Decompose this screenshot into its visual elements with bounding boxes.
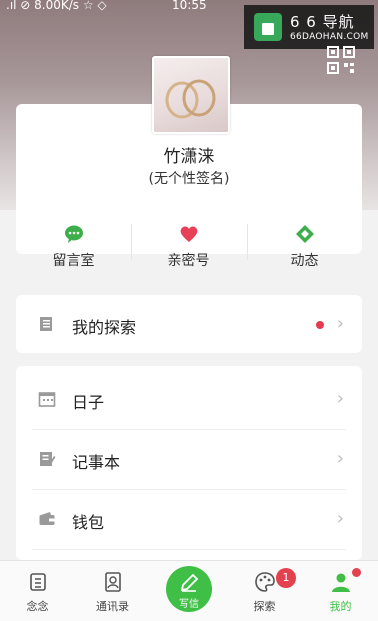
chevron-right-icon: › [336, 388, 344, 409]
menu-item-days[interactable]: 日子 › [16, 370, 362, 430]
calendar-icon [38, 392, 56, 407]
action-label: 留言室 [52, 253, 95, 269]
rings-photo [165, 79, 216, 119]
menu-item-label: 我的探索 [72, 318, 137, 337]
menu-item-notepad[interactable]: 记事本 › [16, 430, 362, 490]
tab-niannian[interactable]: 念念 [0, 561, 75, 621]
qr-code-icon[interactable] [327, 46, 355, 74]
avatar[interactable] [152, 56, 230, 134]
palette-icon [255, 572, 275, 592]
tab-mine[interactable]: 我的 [303, 561, 378, 621]
action-label: 动态 [290, 253, 319, 269]
watermark-domain: 66DAOHAN.COM [290, 32, 369, 42]
tab-label: 念念 [26, 600, 49, 613]
divider [32, 549, 346, 550]
tab-contacts[interactable]: 通讯录 [75, 561, 150, 621]
watermark-logo-icon [254, 13, 282, 41]
tab-label: 写信 [179, 599, 199, 610]
book-icon [40, 317, 52, 331]
tab-label: 我的 [329, 600, 352, 613]
explore-card: 我的探索 › [16, 295, 362, 353]
pen-icon [180, 573, 199, 592]
chevron-right-icon: › [336, 448, 344, 469]
menu-item-label: 钱包 [72, 513, 105, 532]
wallet-icon [39, 512, 55, 525]
scroll-icon [30, 573, 46, 591]
divider [131, 224, 132, 260]
action-message-room[interactable]: 留言室 [16, 222, 131, 282]
menu-item-label: 日子 [72, 393, 105, 412]
action-label: 亲密号 [167, 253, 210, 269]
menu-item-my-explore[interactable]: 我的探索 › [16, 295, 362, 355]
new-indicator-dot [316, 321, 324, 329]
heart-icon [180, 226, 198, 242]
tab-label: 通讯录 [96, 600, 129, 613]
notepad-icon [40, 452, 56, 466]
tab-label: 探索 [253, 600, 276, 613]
profile-name: 竹潇涞 [163, 147, 215, 167]
status-time: 10:55 [172, 0, 207, 12]
status-indicators: .ıl ⊘ 8.00K/s ☆ ◇ [6, 0, 107, 12]
contacts-icon [105, 572, 121, 592]
chevron-right-icon: › [336, 508, 344, 529]
action-moments[interactable]: 动态 [247, 222, 362, 282]
menu-item-label: 记事本 [72, 453, 121, 472]
profile-signature: (无个性签名) [148, 171, 230, 187]
explore-badge: 1 [276, 568, 296, 588]
person-icon [332, 573, 350, 592]
profile-action-row: 留言室 亲密号 动态 [16, 222, 362, 282]
watermark-badge: 6 6 导航 66DAOHAN.COM [244, 5, 374, 49]
chat-bubble-icon [65, 225, 83, 243]
tools-card: 日子 › 记事本 › 钱包 › [16, 366, 362, 560]
divider [247, 224, 248, 260]
chevron-right-icon: › [336, 313, 344, 334]
mine-notification-dot [352, 568, 361, 577]
menu-item-wallet[interactable]: 钱包 › [16, 490, 362, 550]
diamond-icon [296, 225, 314, 243]
watermark-brand: 6 6 导航 [290, 13, 355, 31]
action-intimate-account[interactable]: 亲密号 [131, 222, 246, 282]
tab-write-letter[interactable]: 写信 [166, 566, 212, 612]
